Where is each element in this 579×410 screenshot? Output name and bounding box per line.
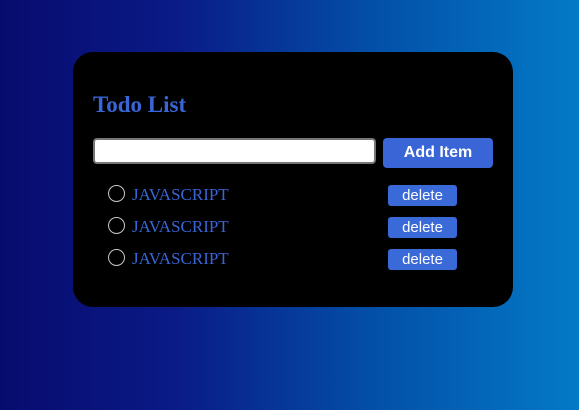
list-item: JAVASCRIPT delete [108,248,468,280]
list-item: JAVASCRIPT delete [108,184,468,216]
add-item-button[interactable]: Add Item [383,138,493,168]
todo-item-text: JAVASCRIPT [132,217,229,236]
app-title: Todo List [93,92,187,117]
delete-button[interactable]: delete [388,217,457,238]
list-item: JAVASCRIPT delete [108,216,468,248]
todo-input[interactable] [93,138,376,164]
circle-checkbox-icon[interactable] [108,249,125,266]
circle-checkbox-icon[interactable] [108,185,125,202]
delete-button[interactable]: delete [388,249,457,270]
todo-item-text: JAVASCRIPT [132,249,229,268]
todo-list: JAVASCRIPT delete JAVASCRIPT delete JAVA… [108,184,468,280]
circle-checkbox-icon[interactable] [108,217,125,234]
todo-item-text: JAVASCRIPT [132,185,229,204]
todo-card: Todo List Add Item JAVASCRIPT delete JAV… [73,52,513,307]
delete-button[interactable]: delete [388,185,457,206]
